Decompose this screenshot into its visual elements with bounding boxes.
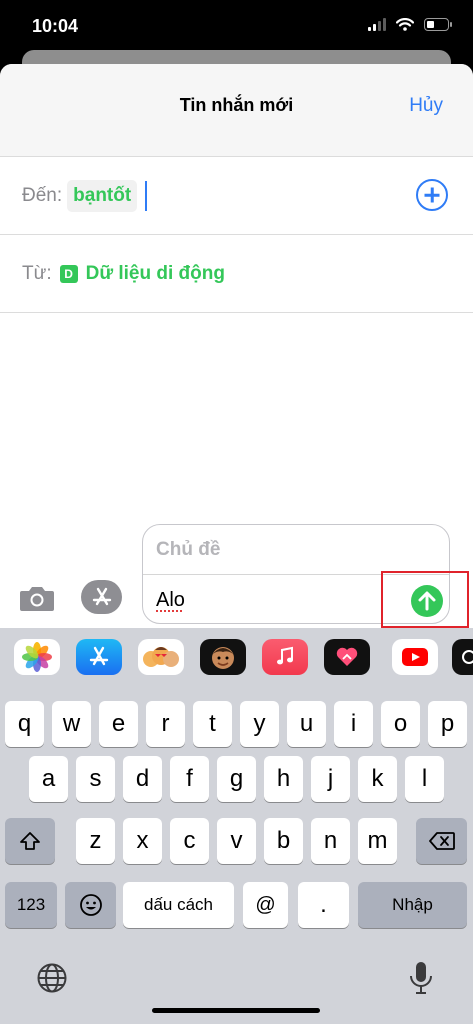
home-indicator [152, 1008, 320, 1013]
send-button-highlight-box [381, 571, 469, 628]
key-w[interactable]: w [52, 701, 91, 747]
key-u[interactable]: u [287, 701, 326, 747]
camera-icon[interactable] [19, 584, 55, 612]
keyboard: q w e r t y u i o p a s d f g h j k l z … [0, 628, 473, 1024]
key-b[interactable]: b [264, 818, 303, 864]
key-d[interactable]: d [123, 756, 162, 802]
digital-touch-icon[interactable] [324, 639, 370, 675]
return-key[interactable]: Nhập [358, 882, 467, 928]
at-key[interactable]: @ [243, 882, 288, 928]
period-key[interactable]: . [298, 882, 349, 928]
shift-icon [20, 832, 40, 850]
key-e[interactable]: e [99, 701, 138, 747]
to-field-row[interactable]: Đến: bạntốt [0, 157, 473, 235]
add-contact-icon[interactable] [416, 179, 448, 211]
key-i[interactable]: i [334, 701, 373, 747]
key-p[interactable]: p [428, 701, 467, 747]
numbers-key[interactable]: 123 [5, 882, 57, 928]
key-o[interactable]: o [381, 701, 420, 747]
message-input[interactable]: Alo [156, 589, 185, 612]
globe-icon[interactable] [36, 962, 68, 994]
text-cursor [145, 181, 148, 211]
memoji-stickers-icon[interactable] [138, 639, 184, 675]
key-v[interactable]: v [217, 818, 256, 864]
key-q[interactable]: q [5, 701, 44, 747]
key-z[interactable]: z [76, 818, 115, 864]
wifi-icon [396, 18, 414, 31]
app-drawer [0, 628, 473, 686]
music-icon[interactable] [262, 639, 308, 675]
key-c[interactable]: c [170, 818, 209, 864]
subject-field[interactable]: Chủ đề [156, 539, 220, 561]
memoji-icon[interactable] [200, 639, 246, 675]
sim-badge: D [59, 265, 78, 283]
key-h[interactable]: h [264, 756, 303, 802]
space-key[interactable]: dấu cách [123, 882, 234, 928]
key-y[interactable]: y [240, 701, 279, 747]
recipient-chip[interactable]: bạntốt [67, 180, 138, 212]
app-store-icon[interactable] [76, 639, 122, 675]
emoji-key[interactable] [65, 882, 116, 928]
status-icons [368, 18, 452, 31]
key-x[interactable]: x [123, 818, 162, 864]
key-l[interactable]: l [405, 756, 444, 802]
key-a[interactable]: a [29, 756, 68, 802]
from-field-row[interactable]: Từ: D Dữ liệu di động [0, 235, 473, 313]
app-store-button[interactable] [81, 580, 122, 614]
delete-key[interactable] [416, 818, 467, 864]
key-f[interactable]: f [170, 756, 209, 802]
status-bar: 10:04 [0, 0, 473, 56]
shift-key[interactable] [5, 818, 55, 864]
page-title: Tin nhắn mới [179, 95, 294, 115]
nav-bar: Tin nhắn mới Hủy [0, 64, 473, 157]
key-r[interactable]: r [146, 701, 185, 747]
photos-icon[interactable] [14, 639, 60, 675]
sim-line-name[interactable]: Dữ liệu di động [86, 263, 225, 285]
key-k[interactable]: k [358, 756, 397, 802]
key-j[interactable]: j [311, 756, 350, 802]
key-m[interactable]: m [358, 818, 397, 864]
key-t[interactable]: t [193, 701, 232, 747]
cellular-signal-icon [368, 18, 386, 31]
to-label: Đến: [22, 185, 63, 206]
key-n[interactable]: n [311, 818, 350, 864]
app-store-icon [92, 587, 111, 606]
key-s[interactable]: s [76, 756, 115, 802]
backspace-icon [428, 832, 455, 850]
key-g[interactable]: g [217, 756, 256, 802]
cancel-button[interactable]: Hủy [409, 95, 443, 117]
from-label: Từ: [22, 263, 52, 284]
microphone-icon[interactable] [408, 960, 434, 996]
battery-icon [424, 18, 452, 31]
status-time: 10:04 [32, 16, 79, 36]
youtube-icon[interactable] [392, 639, 438, 675]
more-app-icon[interactable] [452, 639, 473, 675]
emoji-icon [79, 894, 102, 916]
